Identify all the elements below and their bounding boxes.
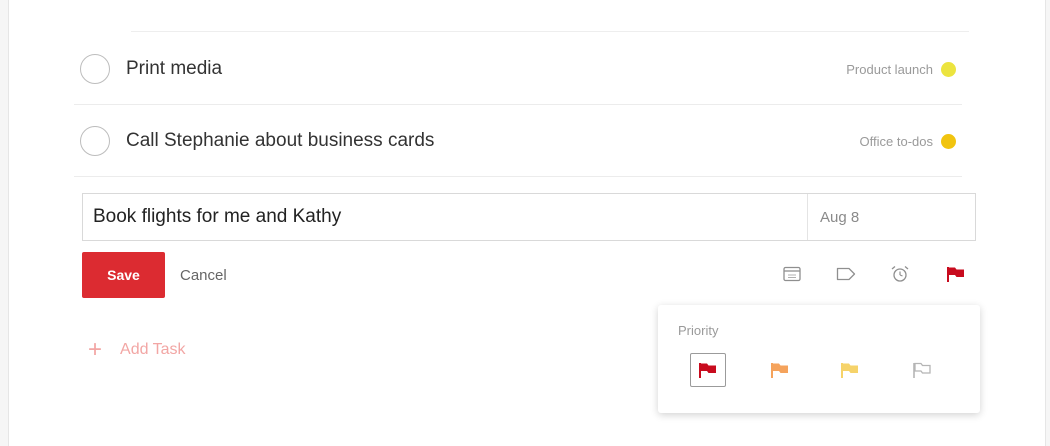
project-name: Office to-dos bbox=[859, 133, 933, 149]
due-date-value: Aug 8 bbox=[820, 208, 860, 226]
task-title[interactable]: Print media bbox=[126, 58, 846, 80]
project-tag[interactable]: Product launch bbox=[846, 61, 956, 77]
priority-4-option[interactable] bbox=[904, 353, 940, 387]
label-icon[interactable] bbox=[834, 262, 858, 286]
task-title[interactable]: Call Stephanie about business cards bbox=[126, 130, 860, 152]
add-task-label: Add Task bbox=[120, 341, 186, 358]
due-date-field[interactable]: Aug 8 bbox=[807, 194, 975, 240]
reminder-alarm-icon[interactable] bbox=[888, 262, 912, 286]
task-editor: Aug 8 bbox=[82, 193, 976, 241]
task-name-input[interactable] bbox=[83, 194, 807, 240]
project-color-dot bbox=[941, 61, 956, 77]
task-complete-checkbox[interactable] bbox=[80, 126, 110, 156]
task-complete-checkbox[interactable] bbox=[80, 54, 110, 84]
project-name: Product launch bbox=[846, 61, 933, 77]
task-row[interactable]: Call Stephanie about business cards Offi… bbox=[74, 106, 962, 177]
priority-popover: Priority bbox=[658, 305, 980, 413]
task-row[interactable]: Print media Product launch bbox=[74, 34, 962, 105]
priority-3-option[interactable] bbox=[832, 353, 868, 387]
priority-flag-icon[interactable] bbox=[944, 262, 968, 286]
plus-icon: + bbox=[88, 336, 103, 363]
red-flag-icon bbox=[699, 363, 716, 378]
yellow-flag-icon bbox=[841, 363, 858, 378]
orange-flag-icon bbox=[771, 363, 788, 378]
calendar-icon[interactable] bbox=[780, 262, 804, 286]
popover-title: Priority bbox=[678, 323, 719, 338]
project-color-dot bbox=[941, 133, 956, 149]
priority-1-option[interactable] bbox=[690, 353, 726, 387]
add-task-button[interactable]: + Add Task bbox=[88, 336, 186, 364]
project-tag[interactable]: Office to-dos bbox=[859, 133, 956, 149]
priority-2-option[interactable] bbox=[762, 353, 798, 387]
cancel-button[interactable]: Cancel bbox=[174, 252, 233, 298]
outline-flag-icon bbox=[913, 362, 931, 378]
save-button[interactable]: Save bbox=[82, 252, 165, 298]
divider bbox=[131, 31, 969, 32]
